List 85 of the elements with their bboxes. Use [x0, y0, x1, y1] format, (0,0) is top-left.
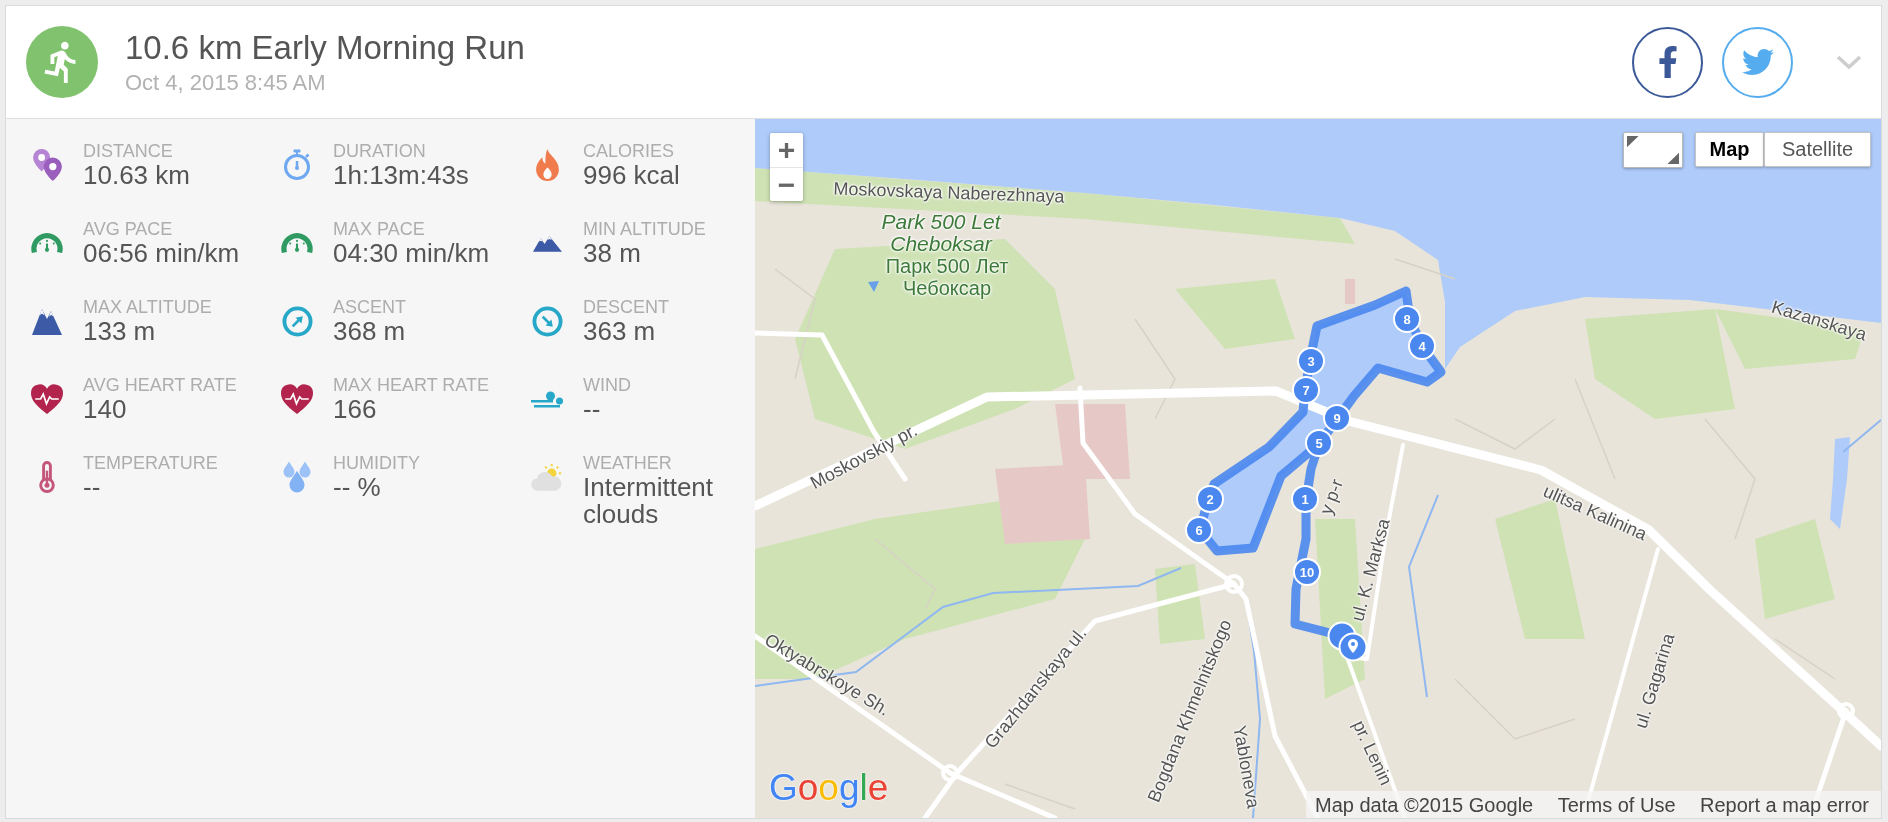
heart-pulse-icon [281, 384, 313, 414]
stat-label: DISTANCE [83, 141, 173, 162]
route-marker[interactable]: 10 [1293, 558, 1321, 586]
street-name: pr. Lenin [1347, 717, 1397, 789]
stat-value: 363 m [583, 318, 656, 345]
stat-value: -- % [333, 474, 381, 501]
stat-label: WEATHER [583, 453, 672, 474]
stat-label: MIN ALTITUDE [583, 219, 706, 240]
stat-value: 996 kcal [583, 162, 680, 189]
map-pins-icon [32, 149, 62, 181]
thermometer-icon [38, 461, 56, 493]
roundabout [1837, 702, 1855, 720]
route-marker[interactable]: 4 [1408, 332, 1436, 360]
gauge-icon [281, 232, 313, 254]
stat-label: AVG HEART RATE [83, 375, 237, 396]
stat-value: 1h:13m:43s [333, 162, 469, 189]
map-pin-icon [1338, 632, 1368, 662]
street-name: y p-r [1316, 476, 1348, 518]
circle-arrow-down-icon [531, 305, 563, 337]
map-type-tab[interactable]: Map [1695, 132, 1764, 167]
gauge-icon [31, 232, 63, 254]
stat-label: CALORIES [583, 141, 675, 162]
zoom-out-button[interactable]: − [770, 167, 803, 201]
park-name: Park 500 Let Cheboksar [880, 211, 1003, 255]
activity-date: Oct 4, 2015 8:45 AM [125, 70, 326, 95]
street-name: ul. K. Marksa [1347, 516, 1395, 624]
street-name: Yabloneva [1229, 723, 1264, 811]
wind-icon [531, 390, 563, 408]
route-marker[interactable]: 7 [1292, 376, 1320, 404]
google-logo: Google [769, 767, 889, 809]
route-map[interactable] [755, 119, 1881, 818]
corner-triangles-icon [1627, 136, 1679, 164]
lane [874, 538, 936, 610]
mountains-icon [32, 307, 62, 335]
street-name: Moskovskaya Naberezhnaya [833, 178, 1065, 208]
stat-label: MAX PACE [333, 219, 425, 240]
report-link[interactable]: Report a map error [1700, 792, 1869, 817]
sun-cloud-icon [531, 462, 563, 492]
route-marker[interactable]: 2 [1196, 485, 1224, 513]
heart-pulse-icon [31, 384, 63, 414]
stat-label: DESCENT [583, 297, 669, 318]
flame-icon [535, 149, 559, 181]
route-marker[interactable]: 3 [1297, 347, 1325, 375]
stat-label: HUMIDITY [333, 453, 420, 474]
water-drops-icon [283, 461, 311, 493]
stat-label: ASCENT [333, 297, 406, 318]
stat-value: 38 m [583, 240, 641, 267]
building-area [1345, 279, 1355, 304]
route-marker[interactable]: 1 [1291, 485, 1319, 513]
map-data-text: Map data ©2015 Google [1315, 792, 1534, 817]
stat-value: 04:30 min/km [333, 240, 490, 267]
circle-arrow-up-icon [281, 305, 313, 337]
roundabout [1224, 574, 1244, 594]
stat-value: 166 [333, 396, 377, 423]
stat-label: MAX ALTITUDE [83, 297, 212, 318]
chevron-down-icon[interactable] [1836, 55, 1862, 69]
terms-link[interactable]: Terms of Use [1557, 792, 1676, 817]
roundabout [941, 764, 959, 782]
stat-value: -- [83, 474, 101, 501]
bird-icon [1741, 46, 1774, 78]
stat-value: 10.63 km [83, 162, 190, 189]
stat-label: DURATION [333, 141, 426, 162]
stat-value: Intermittent clouds [583, 474, 715, 528]
stat-label: WIND [583, 375, 631, 396]
lane [1004, 783, 1076, 810]
stat-label: AVG PACE [83, 219, 173, 240]
stat-value: 06:56 min/km [83, 240, 240, 267]
fullscreen-button[interactable] [1623, 132, 1683, 168]
route-marker[interactable]: 6 [1185, 516, 1213, 544]
lane [1774, 638, 1836, 680]
stat-value: -- [583, 396, 601, 423]
stream [1842, 419, 1881, 453]
park-name: Парк 500 Лет Чебоксар [884, 255, 1010, 299]
stopwatch-icon [283, 149, 311, 181]
stat-value: 368 m [333, 318, 406, 345]
lane [1394, 258, 1456, 280]
map-type-tab[interactable]: Satellite [1764, 132, 1871, 167]
activity-title: 10.6 km Early Morning Run [125, 29, 525, 67]
triangle-marker-icon [868, 281, 879, 292]
stat-value: 133 m [83, 318, 156, 345]
stat-label: TEMPERATURE [83, 453, 218, 474]
mountains-icon [532, 234, 562, 252]
stat-value: 140 [83, 396, 127, 423]
stat-label: MAX HEART RATE [333, 375, 490, 396]
zoom-in-button[interactable]: + [770, 133, 803, 167]
